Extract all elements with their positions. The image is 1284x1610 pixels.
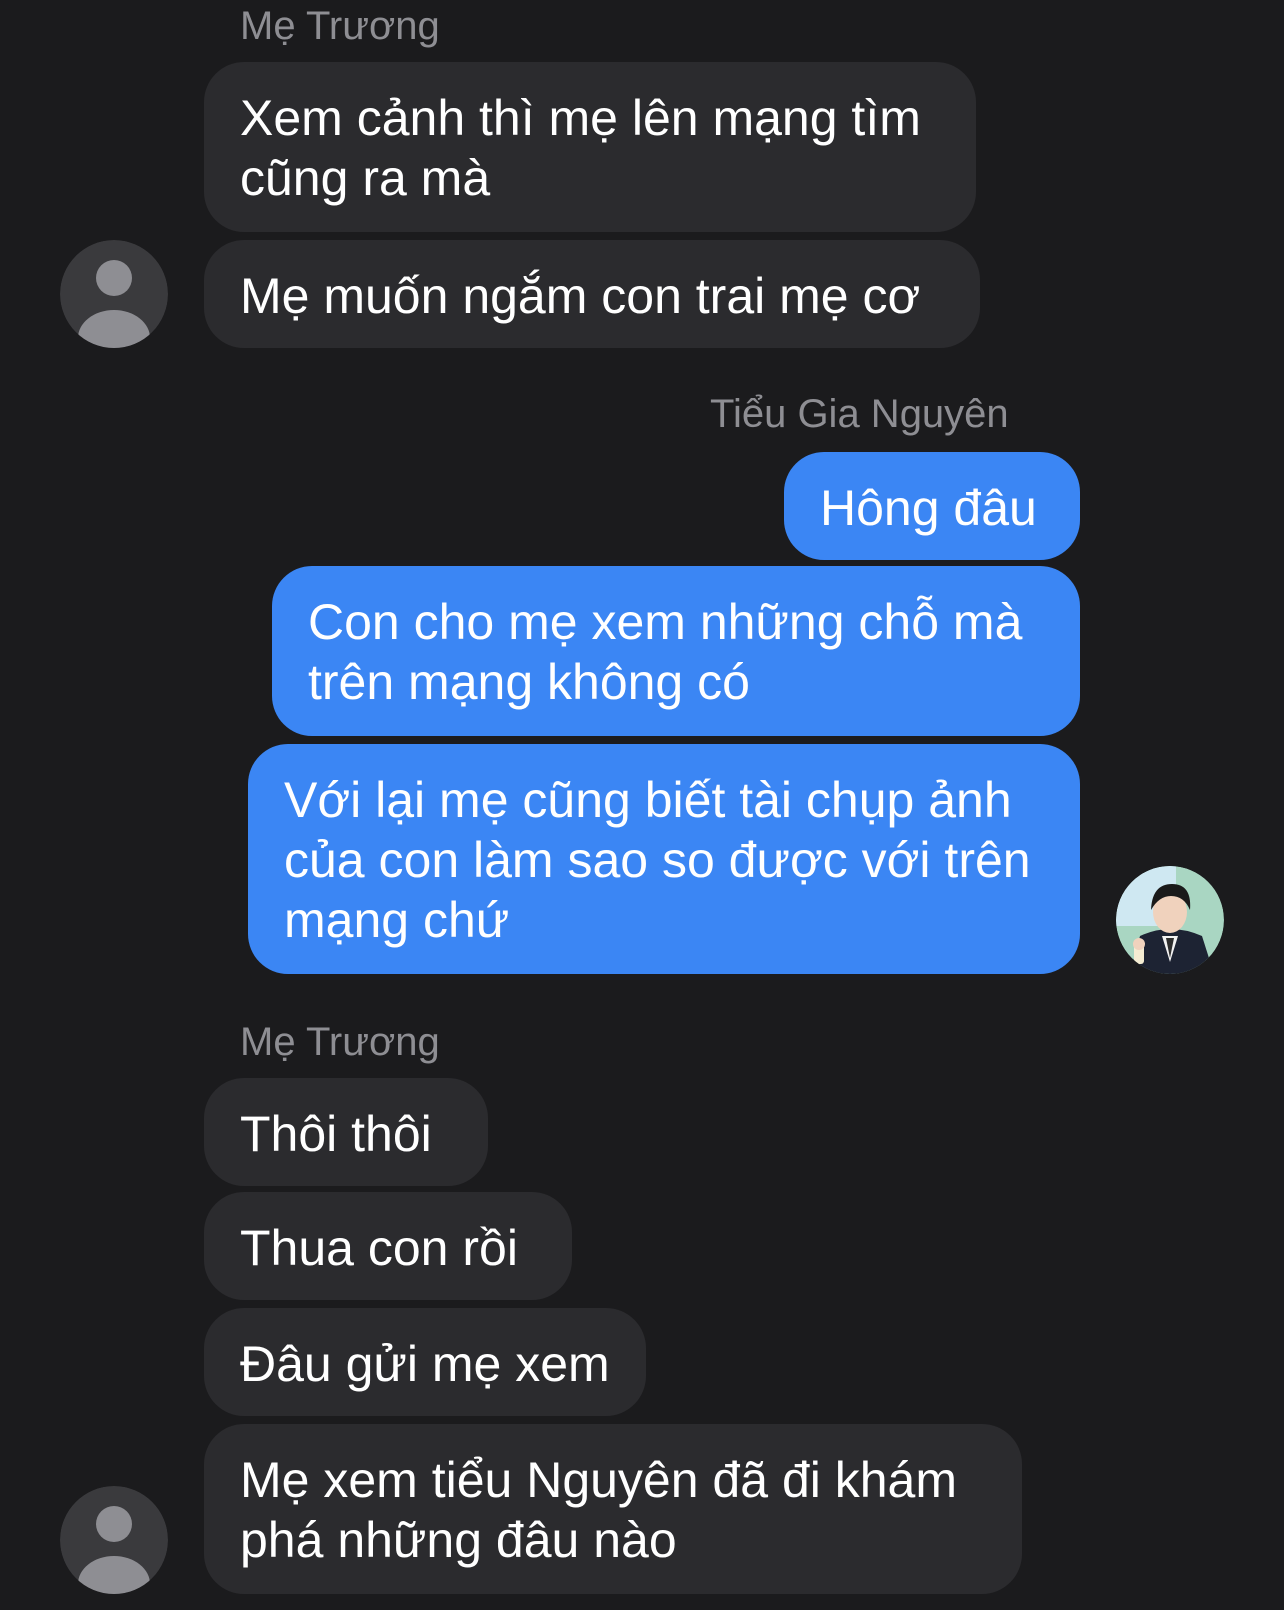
message-text-line: cũng ra mà xyxy=(240,150,491,206)
message-bubble-outgoing[interactable]: Hông đâu xyxy=(784,452,1080,560)
message-text-line: phá những đâu nào xyxy=(240,1512,677,1568)
message-bubble-outgoing[interactable]: Với lại mẹ cũng biết tài chụp ảnh của co… xyxy=(248,744,1080,974)
sender-name-me-truong: Mẹ Trương xyxy=(240,4,440,48)
profile-photo-icon xyxy=(1116,866,1224,974)
message-bubble-incoming[interactable]: Thôi thôi xyxy=(204,1078,488,1186)
message-text-line: Với lại mẹ cũng biết tài chụp ảnh xyxy=(284,772,1012,828)
message-text-line: mạng chứ xyxy=(284,892,510,948)
default-avatar-icon[interactable] xyxy=(60,1486,168,1594)
message-bubble-incoming[interactable]: Xem cảnh thì mẹ lên mạng tìm cũng ra mà xyxy=(204,62,976,232)
message-text-line: Thôi thôi xyxy=(240,1106,432,1162)
message-text-line: Mẹ muốn ngắm con trai mẹ cơ xyxy=(240,268,921,324)
profile-photo-avatar[interactable] xyxy=(1116,866,1224,974)
person-silhouette-icon xyxy=(60,240,168,348)
message-bubble-incoming[interactable]: Đâu gửi mẹ xem xyxy=(204,1308,646,1416)
message-text-line: Mẹ xem tiểu Nguyên đã đi khám xyxy=(240,1452,958,1508)
message-text-line: Xem cảnh thì mẹ lên mạng tìm xyxy=(240,90,921,146)
message-text-line: của con làm sao so được với trên xyxy=(284,832,1031,888)
sender-name-tieu-gia-nguyen: Tiểu Gia Nguyên xyxy=(710,392,1009,436)
message-bubble-incoming[interactable]: Mẹ muốn ngắm con trai mẹ cơ xyxy=(204,240,980,348)
sender-name-me-truong: Mẹ Trương xyxy=(240,1020,440,1064)
message-bubble-incoming[interactable]: Mẹ xem tiểu Nguyên đã đi khám phá những … xyxy=(204,1424,1022,1594)
default-avatar-icon[interactable] xyxy=(60,240,168,348)
message-bubble-incoming[interactable]: Thua con rồi xyxy=(204,1192,572,1300)
message-text-line: Đâu gửi mẹ xem xyxy=(240,1336,610,1392)
message-text-line: Hông đâu xyxy=(820,480,1037,536)
message-text-line: trên mạng không có xyxy=(308,654,750,710)
message-text-line: Con cho mẹ xem những chỗ mà xyxy=(308,594,1023,650)
message-bubble-outgoing[interactable]: Con cho mẹ xem những chỗ mà trên mạng kh… xyxy=(272,566,1080,736)
person-silhouette-icon xyxy=(60,1486,168,1594)
message-text-line: Thua con rồi xyxy=(240,1220,518,1276)
